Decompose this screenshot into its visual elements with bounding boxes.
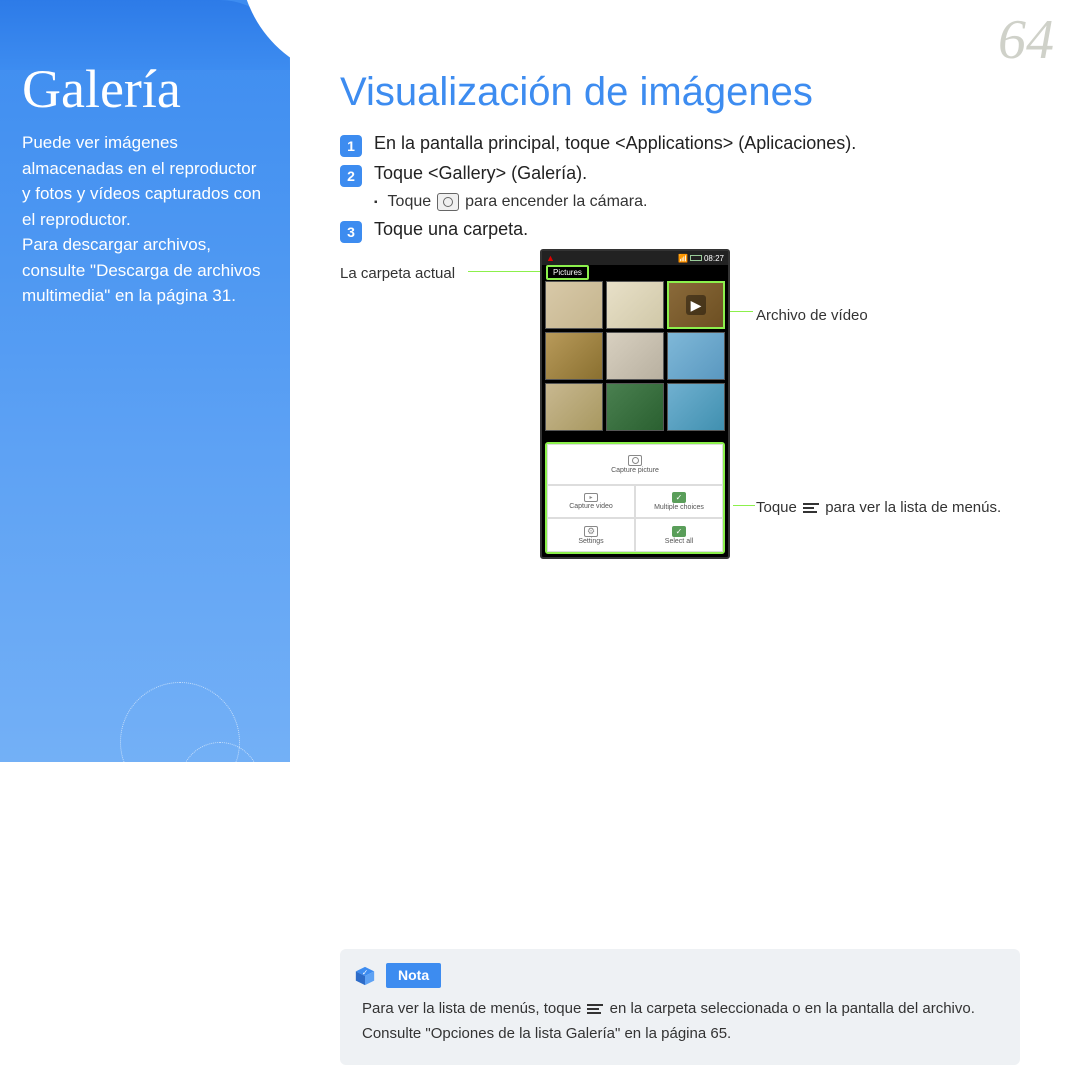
thumbnail [545, 281, 603, 329]
figure-area: La carpeta actual Archivo de vídeo Toque… [340, 249, 1060, 589]
callout-menu-post: para ver la lista de menús. [825, 499, 1001, 516]
battery-icon [690, 255, 702, 261]
note-badge: Nota [386, 963, 441, 988]
sidebar-description: Puede ver imágenes almacenadas en el rep… [22, 130, 268, 309]
menu-icon [803, 503, 819, 513]
callout-menu-pre: Toque [756, 499, 797, 516]
menu-capture-video: Capture video [547, 485, 635, 519]
phone-menu-panel: Capture picture Capture video Multiple c… [545, 442, 725, 554]
wifi-icon: 📶 [678, 254, 688, 263]
video-thumbnail [667, 281, 725, 329]
current-folder-chip: Pictures [546, 265, 589, 280]
thumbnail [606, 281, 664, 329]
note-box: ✓ Nota Para ver la lista de menús, toque… [340, 949, 1020, 1065]
menu-select-all: Select all [635, 518, 723, 552]
note-header: ✓ Nota [354, 963, 998, 988]
check-icon [672, 492, 686, 503]
thumbnail-grid [545, 281, 725, 431]
step-number-badge: 1 [340, 135, 362, 157]
phone-mockup: ▲ 📶 08:27 Pictures [540, 249, 730, 559]
phone-statusbar: ▲ 📶 08:27 [542, 251, 728, 265]
thumbnail [667, 332, 725, 380]
main-content: Visualización de imágenes 1 En la pantal… [340, 70, 1060, 1065]
menu-multiple-choices: Multiple choices [635, 485, 723, 519]
menu-icon [587, 1004, 603, 1014]
menu-capture-picture: Capture picture [547, 444, 723, 485]
callout-line [468, 271, 546, 272]
note-line2: Consulte "Opciones de la lista Galería" … [362, 1023, 998, 1046]
note-cube-icon: ✓ [354, 965, 376, 987]
step-1: 1 En la pantalla principal, toque <Appli… [340, 133, 1060, 157]
menu-settings: Settings [547, 518, 635, 552]
warning-icon: ▲ [546, 253, 555, 263]
status-icons: 📶 08:27 [678, 254, 724, 263]
svg-text:✓: ✓ [362, 968, 368, 977]
sub-bullet-text-post: para encender la cámara. [465, 193, 647, 211]
thumbnail [606, 383, 664, 431]
check-icon [672, 526, 686, 537]
step-text: En la pantalla principal, toque <Applica… [374, 133, 1060, 154]
video-icon [584, 493, 598, 502]
camera-icon [437, 193, 459, 211]
sub-bullet-text-pre: Toque [388, 193, 432, 211]
thumbnail [667, 383, 725, 431]
thumbnail [545, 383, 603, 431]
callout-video-file: Archivo de vídeo [756, 307, 868, 324]
step-text: Toque una carpeta. [374, 219, 1060, 240]
page-number: 64 [998, 8, 1054, 72]
callout-menu-list: Toque para ver la lista de menús. [756, 497, 1001, 518]
menu-label: Settings [578, 538, 603, 545]
step-2: 2 Toque <Gallery> (Galería). [340, 163, 1060, 187]
menu-label: Capture video [569, 503, 613, 510]
thumbnail [606, 332, 664, 380]
step-number-badge: 3 [340, 221, 362, 243]
note-line1-pre: Para ver la lista de menús, toque [362, 1000, 581, 1017]
sidebar-title: Galería [22, 58, 268, 120]
step-number-badge: 2 [340, 165, 362, 187]
main-heading: Visualización de imágenes [340, 70, 1060, 115]
step-3: 3 Toque una carpeta. [340, 219, 1060, 243]
sidebar: Galería Puede ver imágenes almacenadas e… [0, 0, 290, 762]
status-time: 08:27 [704, 254, 724, 263]
note-body: Para ver la lista de menús, toque en la … [362, 998, 998, 1045]
thumbnail [545, 332, 603, 380]
sub-bullet: Toque para encender la cámara. [374, 193, 1060, 211]
menu-label: Select all [665, 538, 693, 545]
callout-current-folder: La carpeta actual [340, 265, 455, 282]
gear-icon [584, 526, 598, 537]
camera-icon [628, 455, 642, 466]
callout-line [733, 505, 755, 506]
steps-list: 1 En la pantalla principal, toque <Appli… [340, 133, 1060, 243]
note-line1-post: en la carpeta seleccionada o en la panta… [610, 1000, 975, 1017]
step-text: Toque <Gallery> (Galería). [374, 163, 1060, 184]
menu-label: Capture picture [611, 467, 659, 474]
menu-label: Multiple choices [654, 504, 704, 511]
